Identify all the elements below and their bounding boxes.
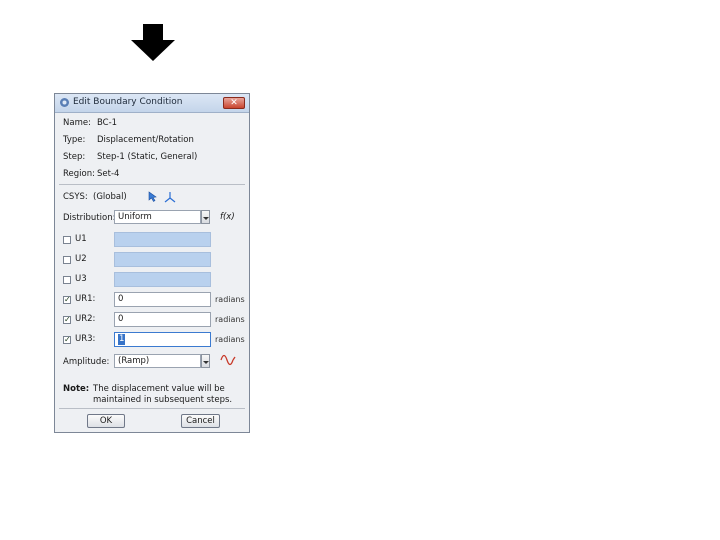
- name-label: Name:: [63, 118, 91, 128]
- type-value: Displacement/Rotation: [97, 135, 194, 145]
- distribution-label: Distribution:: [63, 213, 116, 223]
- u2-checkbox[interactable]: [63, 256, 71, 264]
- region-label: Region:: [63, 169, 95, 179]
- ur1-checkbox[interactable]: [63, 296, 71, 304]
- u1-field: [114, 232, 211, 247]
- ur3-field[interactable]: 1: [114, 332, 211, 347]
- edit-boundary-condition-dialog: Edit Boundary Condition ✕ Name: BC-1 Typ…: [54, 93, 250, 433]
- note-label: Note:: [63, 384, 90, 394]
- note-line-1: The displacement value will be: [93, 384, 225, 394]
- u3-field: [114, 272, 211, 287]
- select-arrow-icon[interactable]: [147, 191, 158, 202]
- ur3-checkbox[interactable]: [63, 336, 71, 344]
- amplitude-dropdown-button[interactable]: [201, 354, 210, 368]
- fx-button[interactable]: f(x): [220, 212, 235, 222]
- u2-label: U2: [75, 254, 87, 264]
- dialog-title: Edit Boundary Condition: [73, 97, 183, 107]
- ur1-field[interactable]: 0: [114, 292, 211, 307]
- amplitude-select[interactable]: (Ramp): [114, 354, 201, 368]
- ur2-label: UR2:: [75, 314, 96, 324]
- ur1-unit: radians: [215, 295, 245, 304]
- close-button[interactable]: ✕: [223, 97, 245, 109]
- note-line-2: maintained in subsequent steps.: [93, 395, 233, 405]
- ur3-unit: radians: [215, 335, 245, 344]
- u1-checkbox[interactable]: [63, 236, 71, 244]
- divider: [59, 184, 245, 185]
- title-bar[interactable]: Edit Boundary Condition ✕: [55, 94, 249, 113]
- amplitude-wave-icon[interactable]: [220, 354, 236, 366]
- ok-button[interactable]: OK: [87, 414, 125, 428]
- ur2-field[interactable]: 0: [114, 312, 211, 327]
- step-label: Step:: [63, 152, 86, 162]
- csys-axes-icon[interactable]: [164, 191, 176, 203]
- divider: [59, 408, 245, 409]
- region-value: Set-4: [97, 169, 120, 179]
- type-label: Type:: [63, 135, 86, 145]
- distribution-select[interactable]: Uniform: [114, 210, 201, 224]
- csys-value: (Global): [93, 192, 127, 202]
- u1-label: U1: [75, 234, 87, 244]
- name-value: BC-1: [97, 118, 118, 128]
- app-icon: [60, 98, 69, 107]
- ur1-label: UR1:: [75, 294, 96, 304]
- down-arrow-icon: [131, 24, 175, 61]
- u2-field: [114, 252, 211, 267]
- ur3-label: UR3:: [75, 334, 96, 344]
- ur2-unit: radians: [215, 315, 245, 324]
- step-value: Step-1 (Static, General): [97, 152, 198, 162]
- u3-checkbox[interactable]: [63, 276, 71, 284]
- csys-label: CSYS:: [63, 192, 88, 202]
- u3-label: U3: [75, 274, 87, 284]
- cancel-button[interactable]: Cancel: [181, 414, 220, 428]
- close-icon: ✕: [230, 98, 238, 108]
- ur3-selected-text: 1: [118, 334, 126, 345]
- ur2-checkbox[interactable]: [63, 316, 71, 324]
- distribution-dropdown-button[interactable]: [201, 210, 210, 224]
- amplitude-label: Amplitude:: [63, 357, 110, 367]
